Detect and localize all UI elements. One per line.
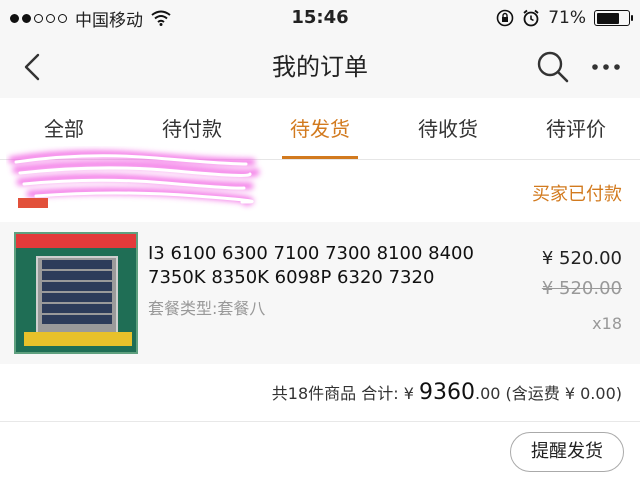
item-title[interactable]: I3 6100 6300 7100 7300 8100 8400 7350K 8… xyxy=(148,242,508,290)
signal-strength-icon xyxy=(10,13,67,23)
battery-percent: 71% xyxy=(548,8,586,28)
summary-total: 9360 xyxy=(418,380,475,405)
product-thumbnail[interactable] xyxy=(14,232,138,354)
alarm-icon xyxy=(523,9,539,27)
tab-pending-review[interactable]: 待评价 xyxy=(512,98,640,159)
item-original-price: ¥ 520.00 xyxy=(541,278,622,299)
status-left: 中国移动 xyxy=(0,6,171,31)
back-icon[interactable] xyxy=(16,50,50,84)
item-price: ¥ 520.00 xyxy=(541,248,622,269)
status-right: 71% xyxy=(496,0,633,36)
summary-shipping: (含运费 ¥ 0.00) xyxy=(505,384,622,403)
redaction-scribble xyxy=(8,150,260,208)
summary-currency: ¥ xyxy=(403,384,414,403)
orientation-lock-icon xyxy=(496,9,514,27)
tab-pending-receipt[interactable]: 待收货 xyxy=(384,98,512,159)
thumbnail-tag xyxy=(24,332,132,346)
order-summary: 共18件商品 合计: ¥ 9360.00 (含运费 ¥ 0.00) xyxy=(0,364,640,422)
thumbnail-banner xyxy=(16,234,136,248)
battery-fill xyxy=(596,12,619,24)
search-icon[interactable] xyxy=(534,48,572,86)
order-item[interactable]: I3 6100 6300 7100 7300 8100 8400 7350K 8… xyxy=(0,222,640,364)
carrier-name: 中国移动 xyxy=(75,10,143,31)
item-quantity: x18 xyxy=(592,314,622,333)
order-status: 买家已付款 xyxy=(532,184,622,205)
tab-pending-shipment[interactable]: 待发货 xyxy=(256,98,384,159)
remind-shipment-button[interactable]: 提醒发货 xyxy=(510,432,624,472)
status-bar: 中国移动 15:46 71% xyxy=(0,0,640,36)
wifi-icon xyxy=(151,10,171,26)
summary-decimal: .00 xyxy=(474,384,501,403)
item-variant: 套餐类型:套餐八 xyxy=(148,299,266,318)
more-icon[interactable] xyxy=(588,50,624,84)
battery-icon xyxy=(594,10,633,26)
nav-bar: 我的订单 xyxy=(0,36,640,98)
thumbnail-board xyxy=(36,256,118,340)
summary-count: 共18件商品 合计: xyxy=(271,384,399,403)
order-card: 买家已付款 I3 6100 6300 7100 7300 8100 8400 7… xyxy=(0,150,640,487)
shop-row[interactable]: 买家已付款 xyxy=(0,150,640,222)
